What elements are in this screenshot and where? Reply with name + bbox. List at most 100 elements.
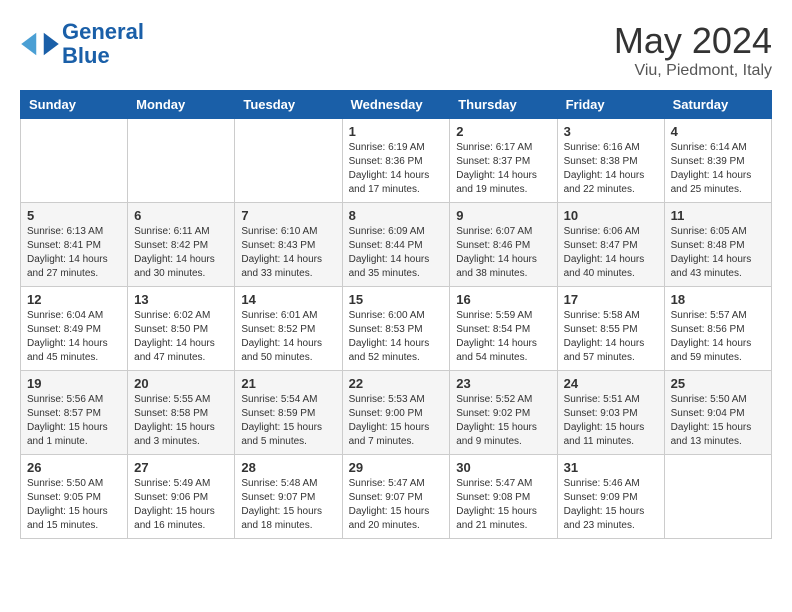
- day-content: Sunrise: 6:01 AM Sunset: 8:52 PM Dayligh…: [241, 309, 335, 365]
- day-number: 30: [456, 460, 550, 475]
- logo-text: General Blue: [62, 20, 144, 68]
- day-content: Sunrise: 5:50 AM Sunset: 9:05 PM Dayligh…: [27, 477, 121, 533]
- day-content: Sunrise: 5:53 AM Sunset: 9:00 PM Dayligh…: [349, 393, 444, 449]
- day-number: 12: [27, 292, 121, 307]
- weekday-header-friday: Friday: [557, 91, 664, 119]
- day-content: Sunrise: 5:57 AM Sunset: 8:56 PM Dayligh…: [671, 309, 765, 365]
- calendar-cell: 14Sunrise: 6:01 AM Sunset: 8:52 PM Dayli…: [235, 287, 342, 371]
- day-number: 2: [456, 124, 550, 139]
- calendar-cell: 7Sunrise: 6:10 AM Sunset: 8:43 PM Daylig…: [235, 203, 342, 287]
- calendar-cell: 21Sunrise: 5:54 AM Sunset: 8:59 PM Dayli…: [235, 371, 342, 455]
- day-number: 27: [134, 460, 228, 475]
- day-number: 29: [349, 460, 444, 475]
- week-row-3: 12 Sunrise: 6:04 AM Sunset: 8:49 PM Dayli…: [21, 287, 772, 371]
- calendar-cell: 26 Sunrise: 5:50 AM Sunset: 9:05 PM Dayli…: [21, 455, 128, 539]
- day-number: 24: [564, 376, 658, 391]
- calendar-cell: 8Sunrise: 6:09 AM Sunset: 8:44 PM Daylig…: [342, 203, 450, 287]
- day-content: Sunrise: 6:16 AM Sunset: 8:38 PM Dayligh…: [564, 141, 658, 197]
- day-content: Sunrise: 6:00 AM Sunset: 8:53 PM Dayligh…: [349, 309, 444, 365]
- day-number: 13: [134, 292, 228, 307]
- day-content: Sunrise: 5:48 AM Sunset: 9:07 PM Dayligh…: [241, 477, 335, 533]
- day-number: 1: [349, 124, 444, 139]
- day-content: Sunrise: 6:11 AM Sunset: 8:42 PM Dayligh…: [134, 225, 228, 281]
- weekday-header-row: SundayMondayTuesdayWednesdayThursdayFrid…: [21, 91, 772, 119]
- week-row-5: 26 Sunrise: 5:50 AM Sunset: 9:05 PM Dayli…: [21, 455, 772, 539]
- calendar-cell: 19 Sunrise: 5:56 AM Sunset: 8:57 PM Dayli…: [21, 371, 128, 455]
- calendar-cell: 6 Sunrise: 6:11 AM Sunset: 8:42 PM Daylig…: [128, 203, 235, 287]
- calendar-cell: [664, 455, 771, 539]
- calendar-cell: 3 Sunrise: 6:16 AM Sunset: 8:38 PM Daylig…: [557, 119, 664, 203]
- day-number: 15: [349, 292, 444, 307]
- calendar-cell: 25 Sunrise: 5:50 AM Sunset: 9:04 PM Dayli…: [664, 371, 771, 455]
- day-content: Sunrise: 6:14 AM Sunset: 8:39 PM Dayligh…: [671, 141, 765, 197]
- calendar-cell: 18 Sunrise: 5:57 AM Sunset: 8:56 PM Dayli…: [664, 287, 771, 371]
- day-content: Sunrise: 5:47 AM Sunset: 9:07 PM Dayligh…: [349, 477, 444, 533]
- day-content: Sunrise: 5:58 AM Sunset: 8:55 PM Dayligh…: [564, 309, 658, 365]
- day-content: Sunrise: 5:54 AM Sunset: 8:59 PM Dayligh…: [241, 393, 335, 449]
- day-number: 8: [349, 208, 444, 223]
- calendar-cell: 17 Sunrise: 5:58 AM Sunset: 8:55 PM Dayli…: [557, 287, 664, 371]
- weekday-header-saturday: Saturday: [664, 91, 771, 119]
- calendar-cell: 20Sunrise: 5:55 AM Sunset: 8:58 PM Dayli…: [128, 371, 235, 455]
- day-number: 17: [564, 292, 658, 307]
- weekday-header-wednesday: Wednesday: [342, 91, 450, 119]
- calendar-cell: [235, 119, 342, 203]
- day-number: 19: [27, 376, 121, 391]
- calendar-cell: 9 Sunrise: 6:07 AM Sunset: 8:46 PM Daylig…: [450, 203, 557, 287]
- day-number: 4: [671, 124, 765, 139]
- day-content: Sunrise: 6:04 AM Sunset: 8:49 PM Dayligh…: [27, 309, 121, 365]
- calendar-cell: 15 Sunrise: 6:00 AM Sunset: 8:53 PM Dayli…: [342, 287, 450, 371]
- day-number: 16: [456, 292, 550, 307]
- day-number: 28: [241, 460, 335, 475]
- calendar-cell: 16Sunrise: 5:59 AM Sunset: 8:54 PM Dayli…: [450, 287, 557, 371]
- day-number: 20: [134, 376, 228, 391]
- day-number: 6: [134, 208, 228, 223]
- title-area: May 2024 Viu, Piedmont, Italy: [614, 20, 772, 80]
- calendar-cell: 11Sunrise: 6:05 AM Sunset: 8:48 PM Dayli…: [664, 203, 771, 287]
- calendar-cell: 5 Sunrise: 6:13 AM Sunset: 8:41 PM Daylig…: [21, 203, 128, 287]
- month-title: May 2024: [614, 20, 772, 62]
- day-number: 31: [564, 460, 658, 475]
- day-number: 25: [671, 376, 765, 391]
- day-content: Sunrise: 5:56 AM Sunset: 8:57 PM Dayligh…: [27, 393, 121, 449]
- day-number: 9: [456, 208, 550, 223]
- calendar-cell: 22 Sunrise: 5:53 AM Sunset: 9:00 PM Dayli…: [342, 371, 450, 455]
- day-content: Sunrise: 6:07 AM Sunset: 8:46 PM Dayligh…: [456, 225, 550, 281]
- day-number: 22: [349, 376, 444, 391]
- day-content: Sunrise: 6:13 AM Sunset: 8:41 PM Dayligh…: [27, 225, 121, 281]
- location: Viu, Piedmont, Italy: [614, 62, 772, 80]
- day-number: 26: [27, 460, 121, 475]
- logo: General Blue: [20, 20, 144, 68]
- day-number: 23: [456, 376, 550, 391]
- calendar-cell: 24 Sunrise: 5:51 AM Sunset: 9:03 PM Dayli…: [557, 371, 664, 455]
- calendar-cell: 28 Sunrise: 5:48 AM Sunset: 9:07 PM Dayli…: [235, 455, 342, 539]
- calendar-cell: [128, 119, 235, 203]
- day-content: Sunrise: 5:49 AM Sunset: 9:06 PM Dayligh…: [134, 477, 228, 533]
- logo-line2: Blue: [62, 43, 110, 68]
- day-content: Sunrise: 5:51 AM Sunset: 9:03 PM Dayligh…: [564, 393, 658, 449]
- calendar-cell: 1Sunrise: 6:19 AM Sunset: 8:36 PM Daylig…: [342, 119, 450, 203]
- calendar-cell: 23 Sunrise: 5:52 AM Sunset: 9:02 PM Dayli…: [450, 371, 557, 455]
- day-content: Sunrise: 5:50 AM Sunset: 9:04 PM Dayligh…: [671, 393, 765, 449]
- calendar-cell: 2Sunrise: 6:17 AM Sunset: 8:37 PM Daylig…: [450, 119, 557, 203]
- day-content: Sunrise: 5:52 AM Sunset: 9:02 PM Dayligh…: [456, 393, 550, 449]
- day-content: Sunrise: 6:10 AM Sunset: 8:43 PM Dayligh…: [241, 225, 335, 281]
- calendar-cell: 12 Sunrise: 6:04 AM Sunset: 8:49 PM Dayli…: [21, 287, 128, 371]
- calendar-cell: 27 Sunrise: 5:49 AM Sunset: 9:06 PM Dayli…: [128, 455, 235, 539]
- day-content: Sunrise: 5:47 AM Sunset: 9:08 PM Dayligh…: [456, 477, 550, 533]
- day-number: 5: [27, 208, 121, 223]
- weekday-header-tuesday: Tuesday: [235, 91, 342, 119]
- logo-line1: General: [62, 19, 144, 44]
- weekday-header-monday: Monday: [128, 91, 235, 119]
- calendar-cell: 31Sunrise: 5:46 AM Sunset: 9:09 PM Dayli…: [557, 455, 664, 539]
- day-number: 3: [564, 124, 658, 139]
- calendar-cell: 30 Sunrise: 5:47 AM Sunset: 9:08 PM Dayli…: [450, 455, 557, 539]
- calendar-cell: 4 Sunrise: 6:14 AM Sunset: 8:39 PM Daylig…: [664, 119, 771, 203]
- page-header: General Blue May 2024 Viu, Piedmont, Ita…: [20, 20, 772, 80]
- week-row-2: 5 Sunrise: 6:13 AM Sunset: 8:41 PM Daylig…: [21, 203, 772, 287]
- day-content: Sunrise: 6:02 AM Sunset: 8:50 PM Dayligh…: [134, 309, 228, 365]
- weekday-header-thursday: Thursday: [450, 91, 557, 119]
- day-number: 10: [564, 208, 658, 223]
- calendar-cell: [21, 119, 128, 203]
- day-number: 18: [671, 292, 765, 307]
